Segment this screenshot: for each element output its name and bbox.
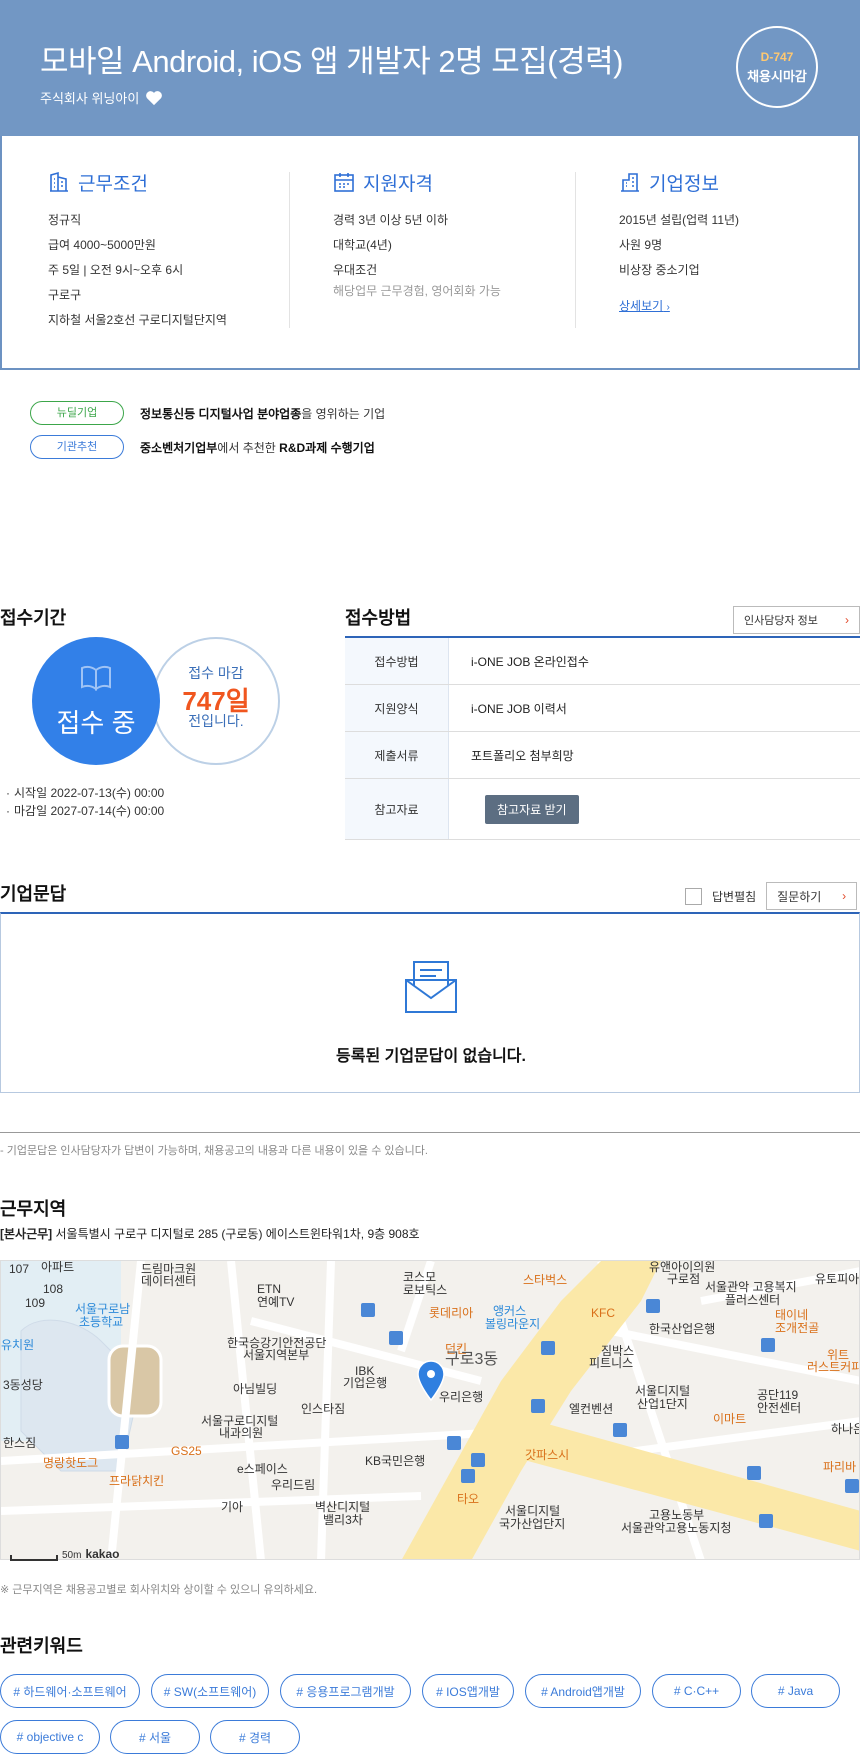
keyword-tag[interactable]: # Android앱개발: [525, 1674, 641, 1708]
work-district: 구로구: [48, 288, 82, 302]
hr-contact-button[interactable]: 인사담당자 정보 ›: [733, 606, 860, 634]
deadline-type: 채용시마감: [747, 68, 807, 84]
founded-year: 2015년 설립(업력 11년): [619, 213, 740, 227]
location-note: ※ 근무지역은 채용공고별로 회사위치와 상이할 수 있으니 유의하세요.: [0, 1584, 318, 1596]
expand-answers-checkbox[interactable]: [685, 887, 702, 905]
method-table: 접수방법 i-ONE JOB 온라인접수 지원양식 i-ONE JOB 이력서 …: [345, 636, 860, 840]
qa-empty-box: 등록된 기업문답이 없습니다.: [0, 912, 860, 1093]
table-row: 참고자료 참고자료 받기: [345, 779, 860, 840]
salary: 급여 4000~5000만원: [48, 238, 156, 252]
scale-bar: [10, 1555, 58, 1561]
job-title: 모바일 Android, iOS 앱 개발자 2명 모집(경력): [40, 44, 623, 79]
agency-pill: 기관추천: [30, 435, 124, 459]
dday-badge: D-747 채용시마감: [736, 26, 818, 108]
work-hours: 주 5일 | 오전 9시~오후 6시: [48, 263, 184, 277]
company-name[interactable]: 주식회사 위닝아이: [40, 88, 139, 107]
heart-icon[interactable]: [145, 90, 163, 106]
keyword-tag[interactable]: # 하드웨어·소프트웨어: [0, 1674, 140, 1708]
start-date: 시작일 2022-07-13(수) 00:00: [6, 784, 164, 802]
calendar-icon: [334, 173, 354, 192]
deadline-circle: 접수 마감 747일 전입니다.: [152, 637, 280, 765]
qa-tools: 답변펼침 질문하기 ›: [685, 882, 858, 910]
divider: [0, 1132, 860, 1133]
badge-row: 기관추천 중소벤처기업부에서 추천한 R&D과제 수행기업: [30, 434, 385, 460]
table-row: 제출서류 포트폴리오 첨부희망: [345, 732, 860, 779]
envelope-icon: [405, 961, 457, 1013]
employee-count: 사원 9명: [619, 238, 663, 252]
company-detail-link[interactable]: 상세보기 ›: [619, 297, 670, 314]
qa-empty-message: 등록된 기업문답이 없습니다.: [336, 1048, 526, 1065]
keyword-tag[interactable]: # 응용프로그램개발: [280, 1674, 411, 1708]
table-row: 지원양식 i-ONE JOB 이력서: [345, 685, 860, 732]
badge-description: 정보통신등 디지털사업 분야업종을 영위하는 기업: [140, 406, 386, 421]
keyword-tag[interactable]: # Java: [751, 1674, 840, 1708]
education-requirement: 대학교(4년): [333, 238, 392, 252]
keyword-tag[interactable]: # objective c: [0, 1720, 100, 1754]
work-conditions: 근무조건 정규직 급여 4000~5000만원 주 5일 | 오전 9시~오후 …: [48, 170, 227, 333]
location-heading: 근무지역: [0, 1199, 67, 1219]
address: [본사근무] 서울특별시 구로구 디지털로 285 (구로동) 에이스트윈타워1…: [0, 1227, 420, 1241]
period-dates: 시작일 2022-07-13(수) 00:00 마감일 2027-07-14(수…: [6, 784, 164, 820]
company-info: 기업정보 2015년 설립(업력 11년) 사원 9명 비상장 중소기업 상세보…: [619, 170, 739, 315]
qualifications: 지원자격 경력 3년 이상 5년 이하 대학교(4년) 우대조건 해당업무 근무…: [333, 170, 501, 299]
expand-answers-label[interactable]: 답변펼침: [712, 888, 756, 905]
table-row: 접수방법 i-ONE JOB 온라인접수: [345, 638, 860, 685]
employment-type: 정규직: [48, 213, 82, 227]
column-divider: [289, 172, 290, 328]
map-scale: 50m kakao: [10, 1547, 119, 1561]
career-requirement: 경력 3년 이상 5년 이하: [333, 213, 449, 227]
company-info-heading: 기업정보: [619, 170, 739, 195]
nearest-station: 지하철 서울2호선 구로디지털단지역: [48, 313, 227, 327]
badge-row: 뉴딜기업 정보통신등 디지털사업 분야업종을 영위하는 기업: [30, 400, 385, 426]
work-conditions-heading: 근무조건: [48, 170, 227, 195]
period-heading: 접수기간: [0, 608, 67, 628]
job-header: 모바일 Android, iOS 앱 개발자 2명 모집(경력) 주식회사 위닝…: [0, 0, 860, 136]
qa-heading: 기업문답: [0, 884, 67, 904]
qualifications-heading: 지원자격: [333, 170, 501, 195]
location-map[interactable]: 107 아파트 108 109 드림마크원 데이터센터 ETN 연예TV 코스모…: [0, 1260, 860, 1560]
building-icon: [50, 171, 68, 192]
chevron-right-icon: ›: [842, 889, 847, 903]
keyword-tag[interactable]: # C·C++: [652, 1674, 741, 1708]
dday-count: D-747: [760, 49, 794, 64]
book-icon: [81, 665, 111, 691]
column-divider: [575, 172, 576, 328]
method-heading: 접수방법: [345, 608, 412, 628]
qa-note: - 기업문답은 인사담당자가 답변이 가능하며, 채용공고의 내용과 다른 내용…: [0, 1145, 428, 1157]
new-deal-pill: 뉴딜기업: [30, 401, 124, 425]
chevron-right-icon: ›: [845, 613, 849, 627]
keyword-tag[interactable]: # IOS앱개발: [422, 1674, 514, 1708]
company-row: 주식회사 위닝아이: [40, 88, 163, 107]
download-reference-button[interactable]: 참고자료 받기: [485, 794, 579, 824]
keyword-tag[interactable]: # 서울: [110, 1720, 200, 1754]
end-date: 마감일 2027-07-14(수) 00:00: [6, 802, 164, 820]
keywords-heading: 관련키워드: [0, 1636, 83, 1656]
preference-detail: 해당업무 근무경험, 영어회화 가능: [333, 284, 501, 298]
company-type: 비상장 중소기업: [619, 263, 700, 277]
ask-question-button[interactable]: 질문하기 ›: [766, 882, 858, 910]
keyword-tag[interactable]: # 경력: [210, 1720, 300, 1754]
status-circle: 접수 중: [32, 637, 160, 765]
badge-description: 중소벤처기업부에서 추천한 R&D과제 수행기업: [140, 440, 375, 455]
preference-label: 우대조건: [333, 263, 378, 277]
status-label: 접수 중: [56, 708, 136, 738]
office-icon: [621, 173, 639, 192]
summary-panel: 근무조건 정규직 급여 4000~5000만원 주 5일 | 오전 9시~오후 …: [0, 136, 860, 370]
map-provider-logo: kakao: [85, 1547, 120, 1561]
company-badges: 뉴딜기업 정보통신등 디지털사업 분야업종을 영위하는 기업 기관추천 중소벤처…: [30, 400, 385, 468]
keyword-tag[interactable]: # SW(소프트웨어): [151, 1674, 269, 1708]
